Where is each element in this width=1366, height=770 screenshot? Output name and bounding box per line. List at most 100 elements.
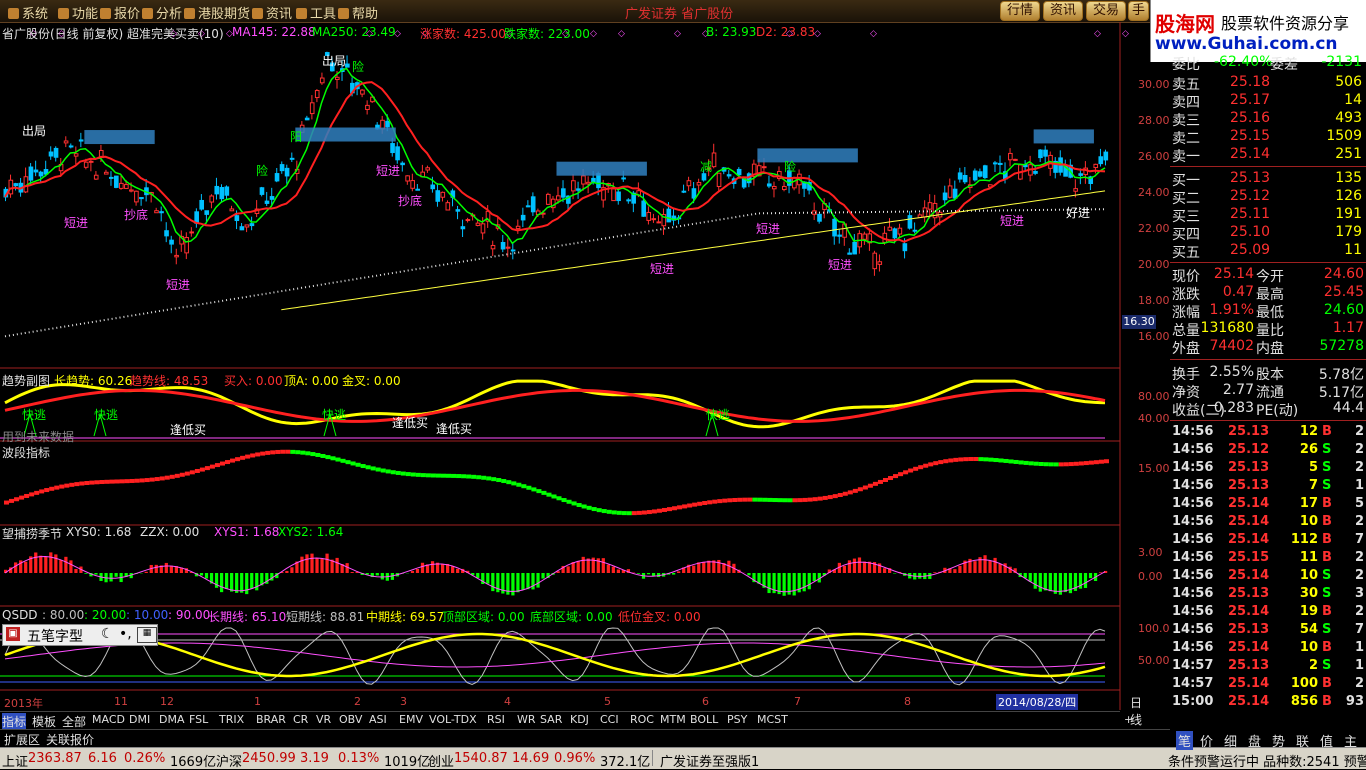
indicator-tab[interactable]: DMI bbox=[129, 713, 150, 726]
indicator-tab[interactable]: WR bbox=[517, 713, 536, 726]
wave-segment bbox=[868, 484, 873, 488]
menu-function[interactable]: 功能 bbox=[58, 3, 98, 22]
right-tab[interactable]: 联 bbox=[1296, 731, 1309, 750]
tick-count: 2 bbox=[1355, 424, 1364, 439]
indicator-tab[interactable]: 指标 bbox=[2, 713, 26, 730]
tab-related-quotes[interactable]: 关联报价 bbox=[46, 731, 94, 748]
candle-body bbox=[1014, 159, 1018, 160]
tick-count: 93 bbox=[1346, 694, 1364, 709]
indicator-tab[interactable]: FSL bbox=[189, 713, 208, 726]
right-tab[interactable]: 笔 bbox=[1176, 731, 1193, 750]
wave-segment bbox=[747, 498, 752, 502]
indicator-tab[interactable]: ROC bbox=[630, 713, 654, 726]
cy-change: 14.69 bbox=[512, 751, 549, 766]
candle-body bbox=[863, 234, 867, 239]
trend-top: 顶A: 0.00 bbox=[284, 372, 339, 389]
wave-segment bbox=[341, 459, 346, 463]
candle-body bbox=[767, 184, 771, 186]
sh-percent: 0.26% bbox=[124, 751, 165, 766]
alert-status[interactable]: 条件预警运行中 品种数:2541 预警数 bbox=[1168, 751, 1366, 770]
tick-side: S bbox=[1322, 658, 1331, 673]
indicator-tab[interactable]: VOL-TDX bbox=[429, 713, 477, 726]
right-tab[interactable]: 盘 bbox=[1248, 731, 1261, 750]
candle-body bbox=[973, 171, 977, 180]
indicator-tab[interactable]: OBV bbox=[339, 713, 362, 726]
right-tab[interactable]: 势 bbox=[1272, 731, 1285, 750]
chart-annotation: 抄底 bbox=[398, 192, 422, 209]
indicator-tab[interactable]: PSY bbox=[727, 713, 747, 726]
indicator-tab[interactable]: BOLL bbox=[690, 713, 718, 726]
histogram-bar bbox=[230, 573, 233, 592]
tab-more[interactable]: 手 bbox=[1128, 1, 1149, 21]
wave-segment bbox=[572, 501, 577, 505]
indicator-tab[interactable]: 模板 bbox=[32, 713, 56, 730]
menu-help[interactable]: 帮助 bbox=[338, 3, 378, 22]
tick-volume: 2 bbox=[1309, 658, 1318, 673]
histogram-bar bbox=[958, 566, 961, 573]
indicator-tab[interactable]: BRAR bbox=[256, 713, 286, 726]
indicator-tab[interactable]: RSI bbox=[487, 713, 505, 726]
menu-news[interactable]: 资讯 bbox=[252, 3, 292, 22]
indicator-tab[interactable]: MTM bbox=[660, 713, 686, 726]
candle-body bbox=[993, 163, 997, 164]
candle-body bbox=[572, 181, 576, 191]
menu-system[interactable]: 系统 bbox=[8, 3, 48, 22]
broker-name[interactable]: 广发证券至强版1 bbox=[660, 751, 759, 770]
trend-buy: 买入: 0.00 bbox=[224, 372, 283, 389]
indicator-tab[interactable]: CR bbox=[293, 713, 308, 726]
histogram-bar bbox=[767, 573, 770, 593]
candle-body bbox=[215, 186, 219, 193]
right-tab[interactable]: 价 bbox=[1200, 731, 1213, 750]
indicator-tab[interactable]: VR bbox=[316, 713, 331, 726]
menu-analysis[interactable]: 分析 bbox=[142, 3, 182, 22]
wave-segment bbox=[933, 461, 938, 465]
wave-segment bbox=[938, 460, 943, 464]
fishing-xys0: XYS0: 1.68 bbox=[66, 525, 131, 539]
bid-row: 买五25.0911 bbox=[1170, 242, 1366, 260]
ad-banner[interactable]: 股海网 股票软件资源分享 www.Guhai.com.cn bbox=[1150, 0, 1366, 62]
histogram-bar bbox=[793, 573, 796, 595]
wave-segment bbox=[928, 462, 933, 466]
tab-quotes[interactable]: 行情 bbox=[1000, 1, 1040, 21]
right-tab[interactable]: 细 bbox=[1224, 731, 1237, 750]
histogram-bar bbox=[526, 573, 529, 589]
tick-price: 25.14 bbox=[1228, 568, 1269, 583]
indicator-tab[interactable]: SAR bbox=[540, 713, 562, 726]
indicator-tab[interactable]: MCST bbox=[757, 713, 788, 726]
tab-news[interactable]: 资讯 bbox=[1043, 1, 1083, 21]
kline-chart-area[interactable]: ◇◇◇◇◇◇◇◇◇◇◇◇◇◇◇◇◇◇◇ 省广股份(日线 前复权) 超准完美买卖(… bbox=[0, 22, 1120, 710]
tick-volume: 19 bbox=[1300, 604, 1318, 619]
candle-body bbox=[1079, 174, 1083, 176]
ask-volume: 251 bbox=[1335, 146, 1362, 162]
menu-tools[interactable]: 工具 bbox=[296, 3, 336, 22]
tick-side: B bbox=[1322, 514, 1332, 529]
menu-hk-futures[interactable]: 港股期货 bbox=[184, 3, 250, 22]
moon-icon[interactable]: ☾ bbox=[101, 626, 114, 642]
keyboard-icon[interactable]: ▦ bbox=[137, 627, 157, 643]
indicator-tab[interactable]: TRIX bbox=[219, 713, 244, 726]
punctuation-icon[interactable]: •, bbox=[119, 626, 132, 642]
indicator-tab[interactable]: KDJ bbox=[570, 713, 589, 726]
ime-toolbar[interactable]: ▣ 五笔字型 ☾ •, ▦ bbox=[2, 624, 158, 646]
indicator-tab[interactable]: CCI bbox=[600, 713, 619, 726]
tick-price: 25.14 bbox=[1228, 604, 1269, 619]
hk-futures-icon bbox=[184, 8, 195, 19]
tick-count: 3 bbox=[1355, 586, 1364, 601]
indicator-tab[interactable]: DMA bbox=[159, 713, 185, 726]
indicator-tab[interactable]: ASI bbox=[369, 713, 387, 726]
tab-expand-area[interactable]: 扩展区 bbox=[4, 731, 40, 748]
quote-value: 25.14 bbox=[1214, 266, 1254, 282]
right-tab[interactable]: 主 bbox=[1344, 731, 1357, 750]
indicator-tab[interactable]: 全部 bbox=[62, 713, 86, 730]
cy-percent: 0.96% bbox=[554, 751, 595, 766]
indicator-tab[interactable]: EMV bbox=[399, 713, 423, 726]
wave-segment bbox=[808, 498, 813, 502]
histogram-bar bbox=[999, 564, 1002, 573]
fishing-axis-tick: 0.00 bbox=[1138, 570, 1163, 583]
menu-quote[interactable]: 报价 bbox=[100, 3, 140, 22]
tick-side: S bbox=[1322, 622, 1331, 637]
tab-trade[interactable]: 交易 bbox=[1086, 1, 1126, 21]
indicator-tab[interactable]: MACD bbox=[92, 713, 125, 726]
right-tab[interactable]: 值 bbox=[1320, 731, 1333, 750]
cy-amount: 372.1亿 bbox=[600, 751, 650, 770]
